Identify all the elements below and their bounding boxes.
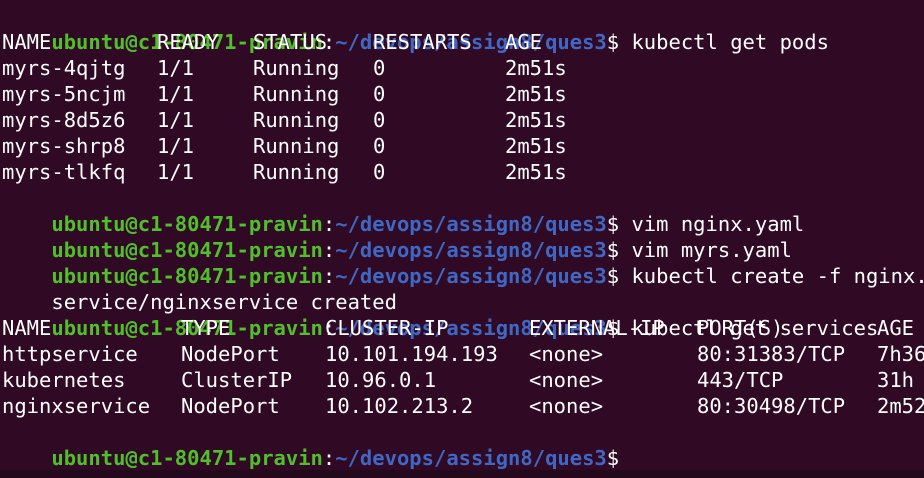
- table-row: myrs-shrp8 1/1 Running 0 2m51s: [2, 133, 922, 159]
- prompt-line: ubuntu@c1-80471-pravin:~/devops/assign8/…: [2, 211, 792, 262]
- prompt-user-host: ubuntu@c1-80471-pravin: [51, 446, 323, 470]
- table-row: myrs-tlkfq 1/1 Running 0 2m51s: [2, 159, 922, 185]
- service-external-ip: <none>: [529, 368, 604, 392]
- prompt-line: ubuntu@c1-80471-pravin:~/devops/assign8/…: [2, 237, 924, 288]
- command-text: kubectl create -f nginx.yaml: [631, 264, 924, 288]
- pods-header-restarts: RESTARTS: [373, 30, 472, 54]
- table-row: nginxservice NodePort 10.102.213.2 <none…: [2, 393, 924, 419]
- pod-status: Running: [253, 134, 340, 158]
- pod-ready: 1/1: [157, 134, 195, 158]
- service-type: NodePort: [181, 342, 280, 366]
- prompt-line: ubuntu@c1-80471-pravin:~/devops/assign8/…: [2, 185, 804, 236]
- service-type: NodePort: [181, 394, 280, 418]
- table-row: httpservice NodePort 10.101.194.193 <non…: [2, 341, 924, 367]
- pod-age: 2m51s: [505, 56, 567, 80]
- service-ports: 80:31383/TCP: [697, 342, 846, 366]
- table-row: myrs-4qjtg 1/1 Running 0 2m51s: [2, 55, 922, 81]
- service-external-ip: <none>: [529, 394, 604, 418]
- prompt-path: ~/devops/assign8/ques3: [335, 446, 607, 470]
- service-external-ip: <none>: [529, 342, 604, 366]
- prompt-line-active[interactable]: ubuntu@c1-80471-pravin:~/devops/assign8/…: [2, 419, 619, 470]
- table-row: kubernetes ClusterIP 10.96.0.1 <none> 44…: [2, 367, 922, 393]
- pod-name: myrs-shrp8: [2, 134, 126, 158]
- pod-restarts: 0: [373, 56, 386, 80]
- services-header-name: NAME: [2, 316, 52, 340]
- services-header-external-ip: EXTERNAL-IP: [529, 316, 665, 340]
- pod-name: myrs-4qjtg: [2, 56, 126, 80]
- services-header-ports: PORT(S): [697, 316, 784, 340]
- table-row: myrs-5ncjm 1/1 Running 0 2m51s: [2, 81, 922, 107]
- service-name: httpservice: [2, 342, 138, 366]
- pod-restarts: 0: [373, 108, 386, 132]
- service-cluster-ip: 10.102.213.2: [325, 394, 474, 418]
- service-name: kubernetes: [2, 368, 126, 392]
- pod-age: 2m51s: [505, 82, 567, 106]
- pod-age: 2m51s: [505, 108, 567, 132]
- pods-table-header: NAME READY STATUS RESTARTS AGE: [2, 29, 922, 55]
- terminal-window[interactable]: ubuntu@c1-80471-pravin:~/devops/assign8/…: [0, 0, 924, 478]
- service-type: ClusterIP: [181, 368, 293, 392]
- service-age: 2m52: [877, 394, 924, 418]
- prompt-symbol: $: [606, 446, 620, 470]
- services-header-type: TYPE: [181, 316, 231, 340]
- service-cluster-ip: 10.96.0.1: [325, 368, 437, 392]
- service-ports: 80:30498/TCP: [697, 394, 846, 418]
- prompt-line: ubuntu@c1-80471-pravin:~/devops/assign8/…: [2, 289, 878, 340]
- service-cluster-ip: 10.101.194.193: [325, 342, 498, 366]
- pod-status: Running: [253, 108, 340, 132]
- pod-restarts: 0: [373, 160, 386, 184]
- pod-restarts: 0: [373, 82, 386, 106]
- pod-restarts: 0: [373, 134, 386, 158]
- services-header-age: AGE: [877, 316, 915, 340]
- pods-header-name: NAME: [2, 30, 52, 54]
- pod-age: 2m51s: [505, 134, 567, 158]
- pod-status: Running: [253, 56, 340, 80]
- prompt-colon: :: [322, 446, 336, 470]
- pods-header-status: STATUS: [253, 30, 328, 54]
- pods-header-age: AGE: [505, 30, 543, 54]
- pod-ready: 1/1: [157, 82, 195, 106]
- service-age: 31h: [877, 368, 915, 392]
- pod-name: myrs-8d5z6: [2, 108, 126, 132]
- prompt-symbol: $: [606, 264, 620, 288]
- pod-name: myrs-5ncjm: [2, 82, 126, 106]
- service-ports: 443/TCP: [697, 368, 784, 392]
- pod-name: myrs-tlkfq: [2, 160, 126, 184]
- pod-ready: 1/1: [157, 108, 195, 132]
- pod-status: Running: [253, 82, 340, 106]
- command-output: service/nginxservice created: [2, 263, 397, 314]
- pod-ready: 1/1: [157, 56, 195, 80]
- pod-ready: 1/1: [157, 160, 195, 184]
- pod-status: Running: [253, 160, 340, 184]
- table-row: myrs-8d5z6 1/1 Running 0 2m51s: [2, 107, 922, 133]
- pod-age: 2m51s: [505, 160, 567, 184]
- services-table-header: NAME TYPE CLUSTER-IP EXTERNAL-IP PORT(S)…: [2, 315, 922, 341]
- service-age: 7h36: [877, 342, 924, 366]
- services-header-cluster-ip: CLUSTER-IP: [325, 316, 449, 340]
- terminal-bottom-edge: [0, 470, 924, 478]
- prompt-line: ubuntu@c1-80471-pravin:~/devops/assign8/…: [2, 3, 829, 54]
- service-name: nginxservice: [2, 394, 151, 418]
- pods-header-ready: READY: [157, 30, 219, 54]
